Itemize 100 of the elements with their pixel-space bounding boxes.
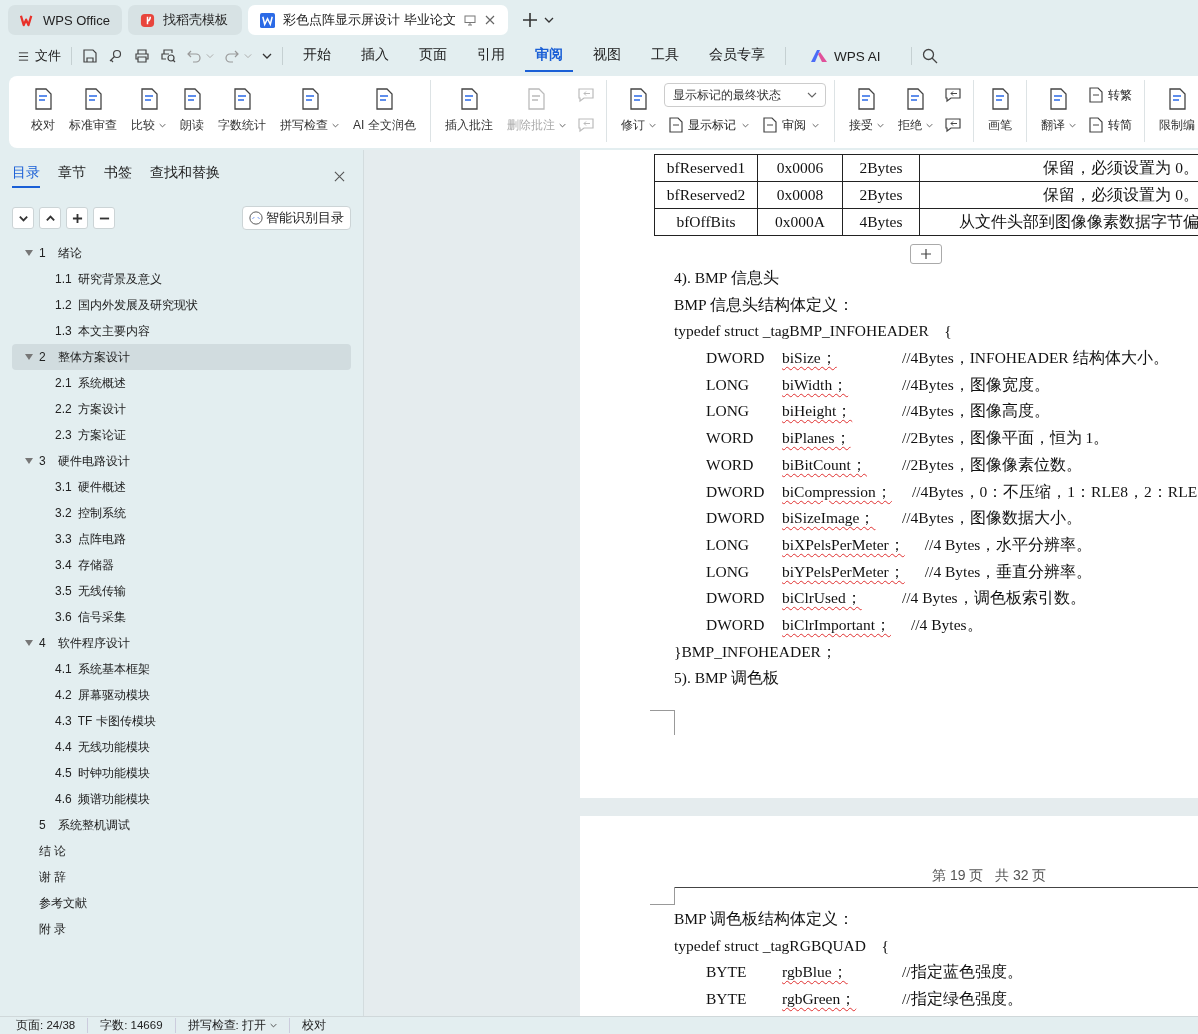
ribbon-button[interactable]: 接受 [842, 86, 890, 134]
wps-ai-button[interactable]: WPS AI [796, 48, 901, 64]
file-menu-button[interactable]: 文件 [18, 47, 61, 65]
ribbon-button[interactable]: 转繁 [1083, 86, 1136, 104]
ribbon-button[interactable]: AI 全文润色 [347, 86, 422, 134]
ribbon-button[interactable]: 标准审查 [63, 86, 123, 134]
add-row-button[interactable] [910, 244, 942, 264]
sidebar-tab[interactable]: 章节 [58, 164, 86, 188]
triangle-icon[interactable] [25, 639, 33, 647]
toc-item[interactable]: 3.3 点阵电路 [12, 526, 351, 552]
toc-item[interactable]: 4 软件程序设计 [12, 630, 351, 656]
toc-number: 3.4 [55, 558, 72, 572]
tab-title: 彩色点阵显示屏设计 毕业论文 [283, 11, 456, 29]
toc-item[interactable]: 3.1 硬件概述 [12, 474, 351, 500]
ribbon-button[interactable]: 翻译 [1034, 86, 1082, 134]
toc-item[interactable]: 4.1 系统基本框架 [12, 656, 351, 682]
ribbon-button[interactable]: 校对 [25, 86, 61, 134]
toc-item[interactable]: 3.4 存储器 [12, 552, 351, 578]
code-type: BYTE [706, 962, 748, 983]
toc-item[interactable]: 4.3 TF 卡图传模块 [12, 708, 351, 734]
document-tab[interactable]: 找稻壳模板 [128, 5, 242, 35]
monitor-icon[interactable] [463, 14, 476, 26]
status-item[interactable]: 拼写检查: 打开 [187, 1018, 290, 1033]
sidebar-tab[interactable]: 目录 [12, 164, 40, 188]
toc-item[interactable]: 4.4 无线功能模块 [12, 734, 351, 760]
collapse-button[interactable] [12, 207, 34, 229]
ribbon-tab[interactable]: 开始 [293, 40, 341, 72]
save-icon[interactable] [82, 48, 98, 64]
ribbon-tab[interactable]: 引用 [467, 40, 515, 72]
ribbon-tab[interactable]: 插入 [351, 40, 399, 72]
toc-item[interactable]: 4.2 屏幕驱动模块 [12, 682, 351, 708]
ribbon-tab[interactable]: 视图 [583, 40, 631, 72]
toc-item[interactable]: 1.3 本文主要内容 [12, 318, 351, 344]
key-icon[interactable] [108, 48, 124, 64]
ribbon-button[interactable]: 比较 [125, 86, 172, 134]
ribbon-tab[interactable]: 页面 [409, 40, 457, 72]
toc-item[interactable]: 1.2 国内外发展及研究现状 [12, 292, 351, 318]
close-icon[interactable] [483, 14, 496, 26]
add-button[interactable] [66, 207, 88, 229]
print-preview-icon[interactable] [160, 48, 176, 64]
expand-button[interactable] [39, 207, 61, 229]
ribbon-button[interactable]: 审阅 [757, 116, 826, 134]
document-icon [1087, 87, 1104, 103]
toc-item[interactable]: 2 整体方案设计 [12, 344, 351, 370]
toc-title: 谢 辞 [39, 868, 67, 886]
toc-item[interactable]: 3.5 无线传输 [12, 578, 351, 604]
code-identifier: biXPelsPerMeter； [782, 534, 905, 555]
toc-item[interactable]: 2.1 系统概述 [12, 370, 351, 396]
crop-mark [650, 710, 675, 735]
ribbon-button[interactable]: 拼写检查 [274, 86, 345, 134]
sidebar-tab[interactable]: 查找和替换 [150, 164, 220, 188]
toc-number: 1.3 [55, 324, 72, 338]
paragraph: typedef struct _tagRGBQUAD { [674, 935, 890, 956]
triangle-icon[interactable] [25, 457, 33, 465]
plus-icon [920, 248, 932, 260]
ribbon-button[interactable]: 朗读 [174, 86, 210, 134]
toc-title: 系统概述 [77, 374, 126, 392]
code-identifier: rgbGreen； [782, 989, 858, 1010]
toc-item[interactable]: 附 录 [12, 916, 351, 942]
triangle-icon[interactable] [25, 249, 33, 257]
code-identifier: biWidth； [782, 374, 850, 395]
sidebar-tab[interactable]: 书签 [104, 164, 132, 188]
chevron-down-icon[interactable] [262, 53, 272, 59]
ribbon-button[interactable]: 字数统计 [212, 86, 272, 134]
toc-item[interactable]: 3.2 控制系统 [12, 500, 351, 526]
close-icon[interactable] [334, 170, 345, 182]
ribbon-button[interactable]: 画笔 [981, 86, 1018, 134]
toc-item[interactable]: 3 硬件电路设计 [12, 448, 351, 474]
caret-icon[interactable] [543, 17, 554, 23]
toc-item[interactable]: 3.6 信号采集 [12, 604, 351, 630]
toc-item[interactable]: 参考文献 [12, 890, 351, 916]
smart-toc-button[interactable]: 智能识别目录 [242, 206, 351, 230]
toc-item[interactable]: 2.2 方案设计 [12, 396, 351, 422]
toc-item[interactable]: 5 系统整机调试 [12, 812, 351, 838]
ribbon-button[interactable]: 插入批注 [438, 86, 499, 134]
ribbon-tab[interactable]: 会员专享 [699, 40, 775, 72]
search-icon[interactable] [921, 48, 938, 64]
new-tab-icon[interactable] [521, 12, 538, 28]
markup-dropdown[interactable]: 显示标记的最终状态 [663, 83, 826, 107]
ribbon-tab[interactable]: 审阅 [525, 40, 573, 72]
ribbon-tab[interactable]: 工具 [641, 40, 689, 72]
toc-number: 3.5 [55, 584, 72, 598]
ribbon-button[interactable]: 显示标记 [663, 116, 756, 134]
toc-item[interactable]: 谢 辞 [12, 864, 351, 890]
toc-item[interactable]: 4.6 频谱功能模块 [12, 786, 351, 812]
ribbon-button[interactable]: 转简 [1083, 116, 1136, 134]
toc-item[interactable]: 结 论 [12, 838, 351, 864]
toc-item[interactable]: 2.3 方案论证 [12, 422, 351, 448]
print-icon[interactable] [134, 48, 150, 64]
triangle-icon[interactable] [25, 353, 33, 361]
ribbon-button[interactable]: 限制编 [1152, 86, 1198, 134]
toc-item[interactable]: 4.5 时钟功能模块 [12, 760, 351, 786]
ribbon-button[interactable]: 修订 [614, 86, 662, 134]
document-tab[interactable]: WPS Office [8, 5, 122, 35]
toc-item[interactable]: 1.1 研究背景及意义 [12, 266, 351, 292]
toc-item[interactable]: 1 绪论 [12, 240, 351, 266]
toc-title: 系统整机调试 [58, 816, 130, 834]
document-tab[interactable]: 彩色点阵显示屏设计 毕业论文 [248, 5, 508, 35]
crop-mark [650, 887, 675, 905]
ribbon-button[interactable]: 拒绝 [891, 86, 939, 134]
